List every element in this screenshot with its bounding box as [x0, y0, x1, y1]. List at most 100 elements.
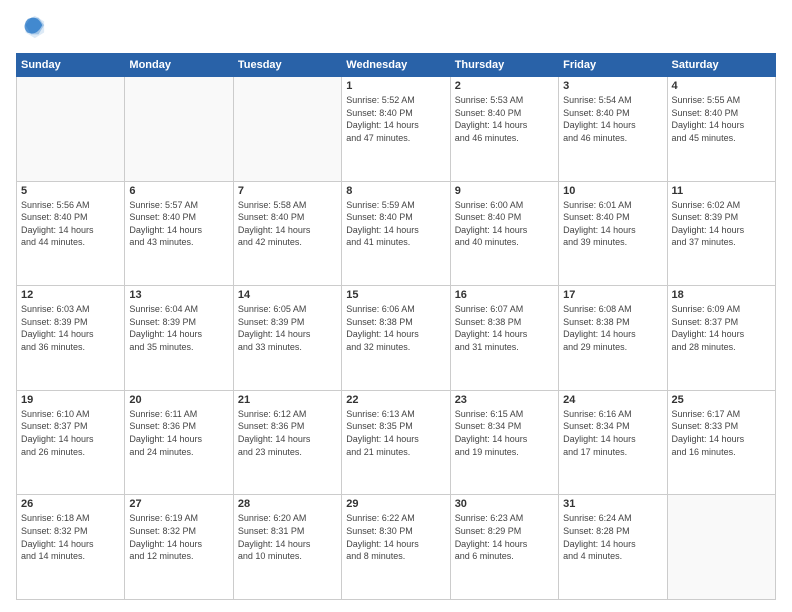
calendar-cell: 19 Sunrise: 6:10 AM Sunset: 8:37 PM Dayli…: [17, 390, 125, 495]
calendar-cell: 4 Sunrise: 5:55 AM Sunset: 8:40 PM Daylig…: [667, 77, 775, 182]
calendar-cell: 8 Sunrise: 5:59 AM Sunset: 8:40 PM Daylig…: [342, 181, 450, 286]
day-info: Sunrise: 6:15 AM Sunset: 8:34 PM Dayligh…: [455, 408, 554, 458]
day-number: 6: [129, 185, 228, 197]
day-number: 24: [563, 394, 662, 406]
calendar-cell: 25 Sunrise: 6:17 AM Sunset: 8:33 PM Dayli…: [667, 390, 775, 495]
day-info: Sunrise: 6:10 AM Sunset: 8:37 PM Dayligh…: [21, 408, 120, 458]
weekday-header: Thursday: [450, 54, 558, 77]
day-number: 13: [129, 289, 228, 301]
calendar-cell: 28 Sunrise: 6:20 AM Sunset: 8:31 PM Dayli…: [233, 495, 341, 600]
day-number: 26: [21, 498, 120, 510]
calendar-cell: 29 Sunrise: 6:22 AM Sunset: 8:30 PM Dayli…: [342, 495, 450, 600]
calendar-cell: 12 Sunrise: 6:03 AM Sunset: 8:39 PM Dayli…: [17, 286, 125, 391]
calendar-cell: 20 Sunrise: 6:11 AM Sunset: 8:36 PM Dayli…: [125, 390, 233, 495]
calendar-cell: 18 Sunrise: 6:09 AM Sunset: 8:37 PM Dayli…: [667, 286, 775, 391]
day-number: 3: [563, 80, 662, 92]
calendar-cell: 9 Sunrise: 6:00 AM Sunset: 8:40 PM Daylig…: [450, 181, 558, 286]
page: SundayMondayTuesdayWednesdayThursdayFrid…: [0, 0, 792, 612]
calendar-cell: 5 Sunrise: 5:56 AM Sunset: 8:40 PM Daylig…: [17, 181, 125, 286]
weekday-header: Saturday: [667, 54, 775, 77]
day-info: Sunrise: 5:56 AM Sunset: 8:40 PM Dayligh…: [21, 199, 120, 249]
calendar-cell: 21 Sunrise: 6:12 AM Sunset: 8:36 PM Dayli…: [233, 390, 341, 495]
day-info: Sunrise: 6:11 AM Sunset: 8:36 PM Dayligh…: [129, 408, 228, 458]
day-info: Sunrise: 6:12 AM Sunset: 8:36 PM Dayligh…: [238, 408, 337, 458]
day-number: 21: [238, 394, 337, 406]
day-number: 17: [563, 289, 662, 301]
day-info: Sunrise: 5:59 AM Sunset: 8:40 PM Dayligh…: [346, 199, 445, 249]
calendar-cell: 15 Sunrise: 6:06 AM Sunset: 8:38 PM Dayli…: [342, 286, 450, 391]
calendar-cell: 24 Sunrise: 6:16 AM Sunset: 8:34 PM Dayli…: [559, 390, 667, 495]
logo-icon: [18, 12, 46, 40]
day-number: 31: [563, 498, 662, 510]
day-number: 29: [346, 498, 445, 510]
day-number: 15: [346, 289, 445, 301]
day-number: 1: [346, 80, 445, 92]
day-info: Sunrise: 6:05 AM Sunset: 8:39 PM Dayligh…: [238, 303, 337, 353]
day-info: Sunrise: 5:54 AM Sunset: 8:40 PM Dayligh…: [563, 94, 662, 144]
day-info: Sunrise: 6:22 AM Sunset: 8:30 PM Dayligh…: [346, 512, 445, 562]
day-number: 12: [21, 289, 120, 301]
day-number: 11: [672, 185, 771, 197]
calendar-table: SundayMondayTuesdayWednesdayThursdayFrid…: [16, 53, 776, 600]
logo: [16, 12, 46, 45]
calendar-cell: 13 Sunrise: 6:04 AM Sunset: 8:39 PM Dayli…: [125, 286, 233, 391]
day-info: Sunrise: 6:17 AM Sunset: 8:33 PM Dayligh…: [672, 408, 771, 458]
day-info: Sunrise: 6:13 AM Sunset: 8:35 PM Dayligh…: [346, 408, 445, 458]
calendar-cell: 27 Sunrise: 6:19 AM Sunset: 8:32 PM Dayli…: [125, 495, 233, 600]
day-number: 30: [455, 498, 554, 510]
calendar-cell: 14Sunrise: 6:05 AM Sunset: 8:39 PM Dayli…: [233, 286, 341, 391]
weekday-header: Friday: [559, 54, 667, 77]
day-info: Sunrise: 6:19 AM Sunset: 8:32 PM Dayligh…: [129, 512, 228, 562]
weekday-header: Tuesday: [233, 54, 341, 77]
calendar-cell: [17, 77, 125, 182]
day-number: 9: [455, 185, 554, 197]
day-info: Sunrise: 6:01 AM Sunset: 8:40 PM Dayligh…: [563, 199, 662, 249]
day-info: Sunrise: 5:55 AM Sunset: 8:40 PM Dayligh…: [672, 94, 771, 144]
weekday-header: Monday: [125, 54, 233, 77]
day-info: Sunrise: 6:07 AM Sunset: 8:38 PM Dayligh…: [455, 303, 554, 353]
weekday-header: Wednesday: [342, 54, 450, 77]
day-number: 28: [238, 498, 337, 510]
day-info: Sunrise: 6:04 AM Sunset: 8:39 PM Dayligh…: [129, 303, 228, 353]
calendar-cell: 16 Sunrise: 6:07 AM Sunset: 8:38 PM Dayli…: [450, 286, 558, 391]
calendar-cell: [667, 495, 775, 600]
day-info: Sunrise: 5:52 AM Sunset: 8:40 PM Dayligh…: [346, 94, 445, 144]
day-number: 16: [455, 289, 554, 301]
day-info: Sunrise: 6:02 AM Sunset: 8:39 PM Dayligh…: [672, 199, 771, 249]
day-info: Sunrise: 6:16 AM Sunset: 8:34 PM Dayligh…: [563, 408, 662, 458]
day-number: 7: [238, 185, 337, 197]
day-number: 18: [672, 289, 771, 301]
day-info: Sunrise: 5:58 AM Sunset: 8:40 PM Dayligh…: [238, 199, 337, 249]
day-info: Sunrise: 6:20 AM Sunset: 8:31 PM Dayligh…: [238, 512, 337, 562]
day-info: Sunrise: 6:24 AM Sunset: 8:28 PM Dayligh…: [563, 512, 662, 562]
day-number: 4: [672, 80, 771, 92]
day-number: 20: [129, 394, 228, 406]
day-info: Sunrise: 6:23 AM Sunset: 8:29 PM Dayligh…: [455, 512, 554, 562]
day-info: Sunrise: 6:09 AM Sunset: 8:37 PM Dayligh…: [672, 303, 771, 353]
day-info: Sunrise: 6:06 AM Sunset: 8:38 PM Dayligh…: [346, 303, 445, 353]
calendar-cell: 1 Sunrise: 5:52 AM Sunset: 8:40 PM Daylig…: [342, 77, 450, 182]
calendar-cell: 30 Sunrise: 6:23 AM Sunset: 8:29 PM Dayli…: [450, 495, 558, 600]
day-number: 23: [455, 394, 554, 406]
day-number: 27: [129, 498, 228, 510]
day-info: Sunrise: 6:00 AM Sunset: 8:40 PM Dayligh…: [455, 199, 554, 249]
day-number: 10: [563, 185, 662, 197]
calendar-cell: 23 Sunrise: 6:15 AM Sunset: 8:34 PM Dayli…: [450, 390, 558, 495]
calendar-cell: 10 Sunrise: 6:01 AM Sunset: 8:40 PM Dayli…: [559, 181, 667, 286]
calendar-cell: [233, 77, 341, 182]
calendar-cell: 17Sunrise: 6:08 AM Sunset: 8:38 PM Dayli…: [559, 286, 667, 391]
day-number: 5: [21, 185, 120, 197]
day-number: 25: [672, 394, 771, 406]
day-number: 2: [455, 80, 554, 92]
calendar-cell: 31 Sunrise: 6:24 AM Sunset: 8:28 PM Dayli…: [559, 495, 667, 600]
day-number: 19: [21, 394, 120, 406]
day-info: Sunrise: 5:57 AM Sunset: 8:40 PM Dayligh…: [129, 199, 228, 249]
calendar-cell: 6 Sunrise: 5:57 AM Sunset: 8:40 PM Daylig…: [125, 181, 233, 286]
weekday-header: Sunday: [17, 54, 125, 77]
day-info: Sunrise: 6:03 AM Sunset: 8:39 PM Dayligh…: [21, 303, 120, 353]
day-number: 22: [346, 394, 445, 406]
day-info: Sunrise: 5:53 AM Sunset: 8:40 PM Dayligh…: [455, 94, 554, 144]
day-number: 8: [346, 185, 445, 197]
calendar-cell: 2 Sunrise: 5:53 AM Sunset: 8:40 PM Daylig…: [450, 77, 558, 182]
calendar-cell: 3 Sunrise: 5:54 AM Sunset: 8:40 PM Daylig…: [559, 77, 667, 182]
